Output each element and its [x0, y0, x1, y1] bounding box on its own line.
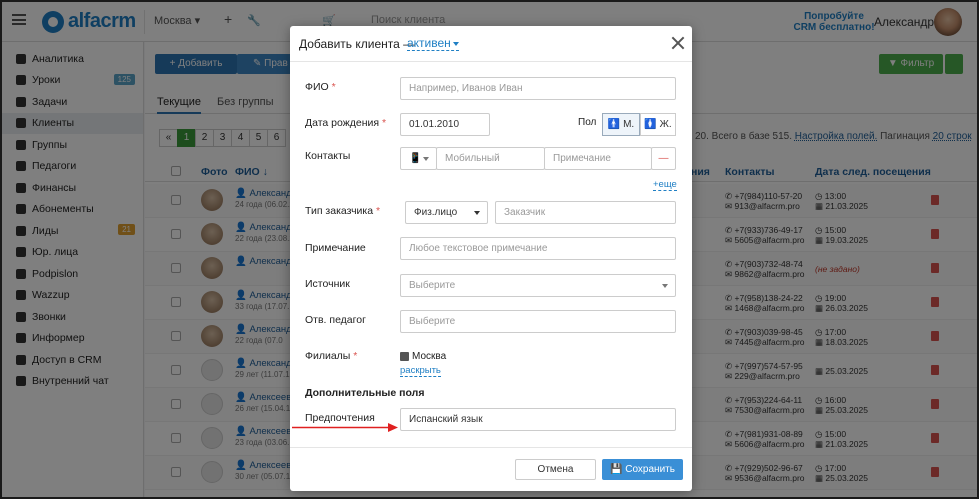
chevron-down-icon: [474, 211, 480, 215]
save-button[interactable]: 💾 Сохранить: [602, 459, 683, 480]
gender-label: Пол: [578, 117, 597, 128]
expand-branches-link[interactable]: раскрыть: [400, 366, 441, 377]
source-label: Источник: [305, 278, 350, 290]
branch-name: Москва: [412, 351, 447, 362]
teacher-label: Отв. педагог: [305, 314, 366, 326]
customer-type-select[interactable]: Физ.лицо: [405, 201, 488, 224]
save-icon: 💾: [610, 464, 623, 475]
branches-label: Филиалы *: [305, 350, 358, 362]
modal-footer: Отмена 💾 Сохранить: [290, 447, 692, 491]
annotation-arrow: [292, 423, 398, 432]
branch-checkbox[interactable]: [400, 352, 409, 361]
close-icon[interactable]: [671, 36, 685, 50]
add-client-modal: Добавить клиента — активен ФИО * Наприме…: [290, 26, 692, 491]
birth-date-input[interactable]: 01.01.2010: [400, 113, 490, 136]
gender-male-button[interactable]: 🚹 М.: [602, 113, 640, 136]
customer-input[interactable]: Заказчик: [495, 201, 676, 224]
remark-label: Примечание: [305, 242, 366, 254]
gender-female-button[interactable]: 🚺 Ж.: [640, 113, 676, 136]
status-dropdown[interactable]: активен: [407, 37, 459, 51]
chevron-down-icon: [662, 284, 668, 288]
male-icon: 🚹: [607, 119, 621, 130]
chevron-down-icon: [423, 157, 429, 161]
chevron-down-icon: [452, 41, 459, 46]
source-select[interactable]: Выберите: [400, 274, 676, 297]
phone-input[interactable]: Мобильный: [436, 147, 545, 170]
modal-header: Добавить клиента — активен: [290, 26, 692, 62]
modal-title: Добавить клиента —: [299, 37, 416, 51]
teacher-input[interactable]: Выберите: [400, 310, 676, 333]
mobile-icon: 📱: [409, 153, 422, 164]
fio-label: ФИО *: [305, 81, 336, 93]
remove-contact-button[interactable]: —: [651, 147, 676, 170]
status-label: активен: [407, 36, 451, 50]
contact-type-select[interactable]: 📱: [400, 147, 437, 170]
contact-note-input[interactable]: Примечание: [544, 147, 652, 170]
customer-type-label: Тип заказчика *: [305, 205, 381, 217]
cancel-button[interactable]: Отмена: [515, 459, 596, 480]
birth-label: Дата рождения *: [305, 117, 387, 129]
extra-fields-heading: Дополнительные поля: [305, 387, 425, 399]
preferences-textarea[interactable]: Испанский язык: [400, 408, 676, 431]
add-more-contact-link[interactable]: +еще: [653, 180, 677, 191]
app-window: alfacrm Москва ▾ + 🔧 🛒 Поиск клиента Поп…: [0, 0, 979, 499]
contacts-label: Контакты: [305, 150, 351, 162]
fio-input[interactable]: Например, Иванов Иван: [400, 77, 676, 100]
female-icon: 🚺: [644, 119, 657, 130]
remark-textarea[interactable]: Любое текстовое примечание: [400, 237, 676, 260]
